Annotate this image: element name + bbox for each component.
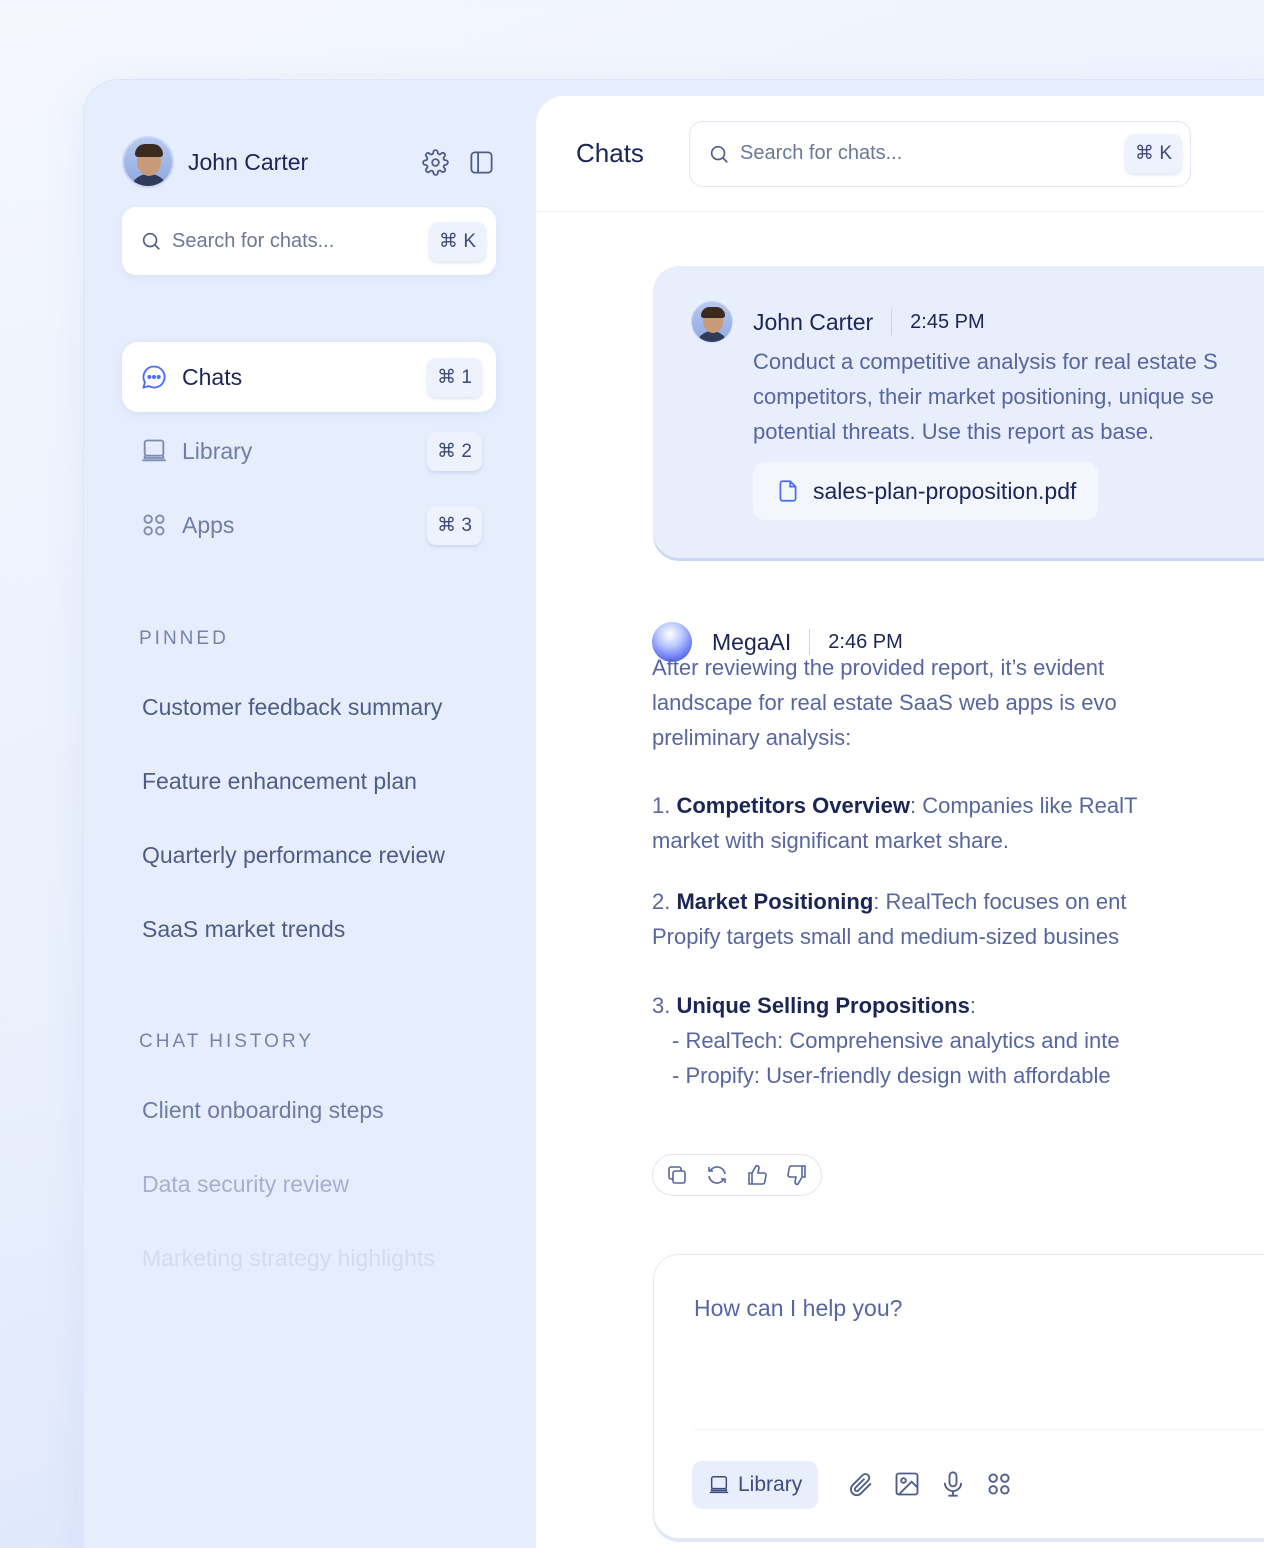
library-button-label: Library: [738, 1473, 803, 1496]
search-icon: [142, 232, 160, 250]
main-header: Chats Search for chats... ⌘ K: [536, 96, 1264, 212]
pinned-item[interactable]: SaaS market trends: [142, 892, 522, 966]
main-search[interactable]: Search for chats... ⌘ K: [689, 120, 1191, 187]
image-icon[interactable]: [892, 1469, 922, 1499]
ai-message: MegaAI 2:46 PM After reviewing the provi…: [652, 622, 1264, 1196]
user-name: John Carter: [188, 148, 309, 175]
user-message: John Carter 2:45 PM Conduct a competitiv…: [653, 266, 1264, 558]
sidebar-search-placeholder: Search for chats...: [172, 229, 335, 252]
user-message-line: potential threats. Use this report as ba…: [753, 419, 1155, 444]
ai-sub-point: - Propify: User-friendly design with aff…: [672, 1063, 1111, 1088]
point-number: 3.: [652, 993, 671, 1018]
point-text: : RealTech focuses on ent: [873, 889, 1127, 914]
history-list: Client onboarding steps Data security re…: [142, 1073, 522, 1295]
point-number: 2.: [652, 889, 671, 914]
ai-point-line: Propify targets small and medium-sized b…: [652, 924, 1120, 949]
user-avatar[interactable]: [122, 136, 174, 188]
chat-main-panel: Chats Search for chats... ⌘ K John Carte…: [536, 96, 1264, 1548]
point-title: Unique Selling Propositions: [676, 993, 970, 1018]
nav-label-library: Library: [182, 437, 253, 464]
composer-placeholder[interactable]: How can I help you?: [694, 1295, 902, 1322]
nav-shortcut-library: ⌘ 2: [427, 431, 482, 471]
laptop-icon: [142, 439, 166, 462]
pinned-section-title: PINNED: [139, 628, 229, 649]
ai-intro-line: preliminary analysis:: [652, 725, 852, 750]
nav-shortcut-apps: ⌘ 3: [427, 505, 482, 545]
thumbs-down-icon[interactable]: [785, 1163, 809, 1187]
apps-grid-icon[interactable]: [984, 1469, 1014, 1499]
sidebar-search[interactable]: Search for chats... ⌘ K: [122, 207, 496, 275]
nav-label-apps: Apps: [182, 511, 235, 538]
regenerate-icon[interactable]: [705, 1163, 729, 1187]
message-composer[interactable]: How can I help you? Library: [653, 1254, 1264, 1539]
ai-message-body: After reviewing the provided report, it’…: [650, 650, 1117, 755]
ai-sub-point: - RealTech: Comprehensive analytics and …: [672, 1028, 1120, 1053]
search-icon: [710, 145, 728, 163]
point-text: : Companies like RealT: [910, 793, 1138, 818]
sidebar-toggle-icon[interactable]: [466, 147, 496, 177]
user-message-line: Conduct a competitive analysis for real …: [753, 349, 1218, 374]
pinned-item[interactable]: Customer feedback summary: [142, 670, 522, 744]
main-search-placeholder: Search for chats...: [740, 142, 903, 164]
history-item[interactable]: Client onboarding steps: [142, 1073, 522, 1147]
copy-icon[interactable]: [665, 1163, 689, 1187]
nav-shortcut-chats: ⌘ 1: [427, 357, 482, 397]
page-title: Chats: [576, 138, 644, 168]
ai-points: 1. Competitors Overview: Companies like …: [652, 788, 1137, 1093]
nav-item-library[interactable]: Library ⌘ 2: [122, 416, 496, 486]
ai-point: 1. Competitors Overview: Companies like …: [652, 788, 1137, 823]
user-message-line: competitors, their market positioning, u…: [753, 384, 1215, 409]
user-profile: John Carter: [122, 135, 496, 189]
pinned-list: Customer feedback summary Feature enhanc…: [142, 670, 522, 966]
app-window: John Carter Search for chats... ⌘ K Chat…: [84, 80, 1264, 1548]
file-icon: [779, 480, 797, 502]
laptop-icon: [709, 1476, 729, 1494]
divider: [694, 1429, 1264, 1430]
settings-gear-icon[interactable]: [420, 147, 450, 177]
pinned-item[interactable]: Feature enhancement plan: [142, 744, 522, 818]
point-title: Market Positioning: [676, 889, 874, 914]
ai-point-line: market with significant market share.: [652, 828, 1010, 853]
sidebar-nav: Chats ⌘ 1 Library ⌘ 2 Apps ⌘ 3: [122, 342, 496, 564]
ai-point: 3. Unique Selling Propositions:: [652, 988, 1137, 1023]
history-section-title: CHAT HISTORY: [139, 1031, 315, 1052]
paperclip-icon[interactable]: [846, 1469, 876, 1499]
point-number: 1.: [652, 793, 671, 818]
point-text: :: [969, 993, 976, 1018]
attachment-filename: sales-plan-proposition.pdf: [813, 477, 1077, 504]
apps-grid-icon: [143, 514, 165, 536]
thumbs-up-icon[interactable]: [745, 1163, 769, 1187]
user-message-time: 2:45 PM: [910, 310, 985, 333]
nav-item-chats[interactable]: Chats ⌘ 1: [122, 342, 496, 412]
divider: [891, 309, 893, 335]
microphone-icon[interactable]: [938, 1469, 968, 1499]
sidebar: John Carter Search for chats... ⌘ K Chat…: [84, 80, 536, 1548]
main-search-shortcut: ⌘ K: [1125, 134, 1182, 173]
ai-intro-line: landscape for real estate SaaS web apps …: [652, 690, 1117, 715]
library-button[interactable]: Library: [692, 1461, 819, 1509]
pinned-item[interactable]: Quarterly performance review: [142, 818, 522, 892]
nav-label-chats: Chats: [182, 363, 243, 390]
user-message-author: John Carter: [753, 308, 874, 335]
search-shortcut: ⌘ K: [429, 221, 486, 261]
message-actions: [652, 1154, 822, 1196]
nav-item-apps[interactable]: Apps ⌘ 3: [122, 490, 496, 560]
user-avatar: [691, 301, 733, 343]
ai-intro-line: After reviewing the provided report, it’…: [652, 655, 1105, 680]
ai-point: 2. Market Positioning: RealTech focuses …: [652, 884, 1137, 919]
history-item[interactable]: Marketing strategy highlights: [142, 1221, 522, 1295]
point-title: Competitors Overview: [676, 793, 910, 818]
user-message-body: Conduct a competitive analysis for real …: [753, 344, 1218, 449]
user-message-header: John Carter 2:45 PM: [691, 301, 985, 343]
attachment-chip[interactable]: sales-plan-proposition.pdf: [753, 462, 1099, 520]
history-item[interactable]: Data security review: [142, 1147, 522, 1221]
chat-bubble-icon: [142, 365, 166, 389]
